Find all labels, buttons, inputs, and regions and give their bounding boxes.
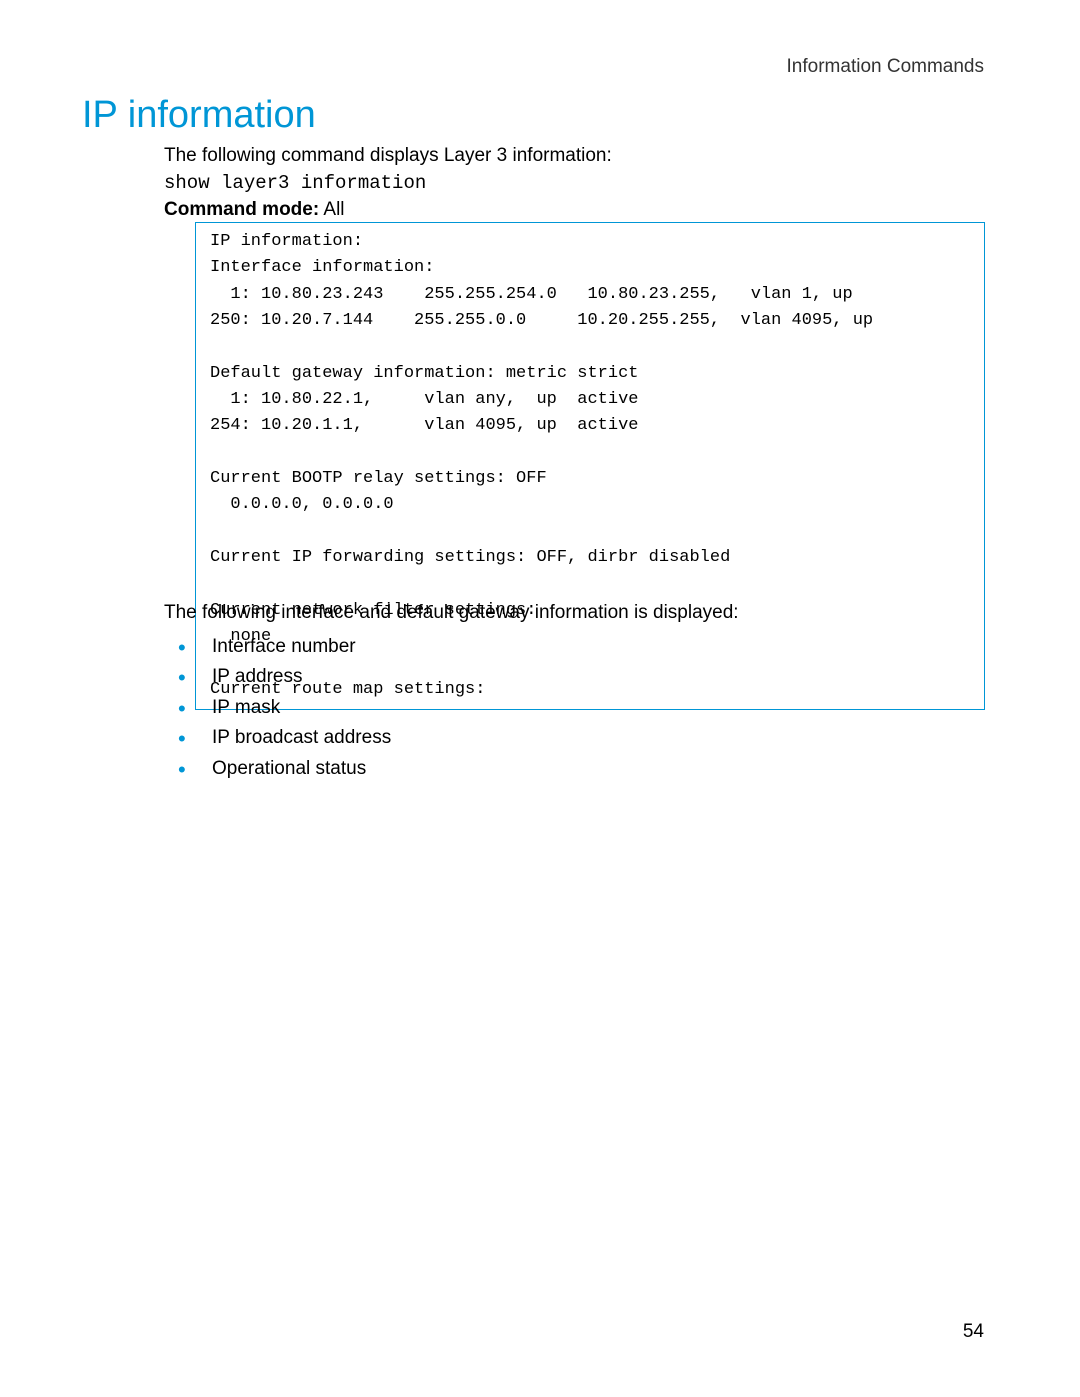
followup-paragraph: The following interface and default gate… bbox=[164, 602, 739, 624]
info-bullet-list: Interface number IP address IP mask IP b… bbox=[164, 632, 391, 784]
list-item: IP broadcast address bbox=[164, 723, 391, 753]
command-text: show layer3 information bbox=[164, 172, 426, 194]
list-item: IP mask bbox=[164, 693, 391, 723]
list-item: IP address bbox=[164, 662, 391, 692]
list-item: Interface number bbox=[164, 632, 391, 662]
list-item: Operational status bbox=[164, 754, 391, 784]
command-mode-value: All bbox=[319, 199, 344, 220]
command-mode-label: Command mode: bbox=[164, 199, 319, 220]
header-section-label: Information Commands bbox=[787, 56, 984, 78]
page-heading: IP information bbox=[82, 94, 316, 137]
intro-paragraph: The following command displays Layer 3 i… bbox=[164, 145, 612, 167]
command-mode-line: Command mode: All bbox=[164, 199, 345, 221]
page-number: 54 bbox=[963, 1321, 984, 1343]
